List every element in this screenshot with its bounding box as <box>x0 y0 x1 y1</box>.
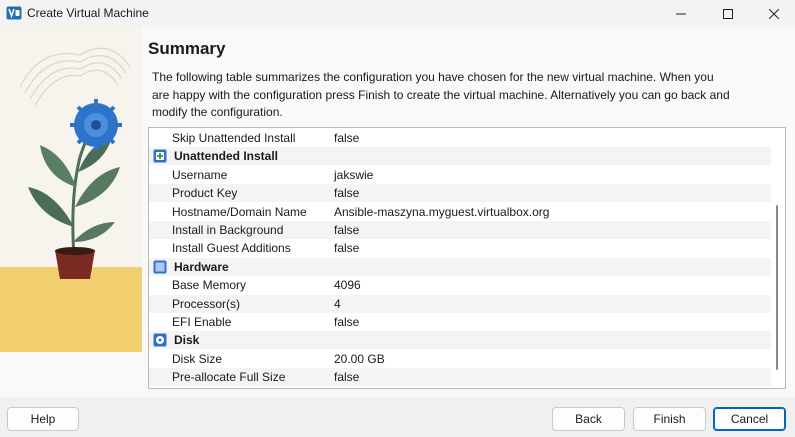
row-value: 20.00 GB <box>334 351 385 366</box>
row-key: Skip Unattended Install <box>172 131 296 145</box>
virtualbox-icon <box>6 6 22 20</box>
table-row[interactable]: Pre-allocate Full Size false <box>149 368 771 387</box>
row-value: false <box>334 315 360 329</box>
close-button[interactable] <box>751 0 795 27</box>
wizard-illustration <box>0 27 142 352</box>
row-value: jakswie <box>334 167 374 182</box>
finish-button[interactable]: Finish <box>633 407 706 431</box>
title-bar: Create Virtual Machine <box>0 0 795 27</box>
hardware-icon <box>153 260 167 274</box>
table-row[interactable]: Product Key false <box>149 184 771 203</box>
row-key: Username <box>172 167 228 182</box>
row-key: EFI Enable <box>172 315 232 329</box>
maximize-icon <box>723 8 733 19</box>
section-row[interactable]: Unattended Install <box>149 147 771 166</box>
row-key: Base Memory <box>172 278 247 293</box>
close-icon <box>769 8 779 19</box>
unattended-install-icon <box>153 149 167 163</box>
disk-icon <box>153 333 167 347</box>
row-value: 4096 <box>334 278 361 293</box>
section-label: Disk <box>174 333 200 348</box>
section-row[interactable]: Hardware <box>149 257 771 276</box>
row-value: false <box>334 223 360 237</box>
table-row[interactable]: Skip Unattended Install false <box>149 129 771 147</box>
back-button[interactable]: Back <box>552 407 625 431</box>
page-description: The following table summarizes the confi… <box>152 70 730 119</box>
table-row[interactable]: EFI Enable false <box>149 313 771 331</box>
section-row[interactable]: Disk <box>149 331 771 350</box>
minimize-icon <box>676 13 686 14</box>
cancel-button[interactable]: Cancel <box>713 407 786 431</box>
row-value: Ansible-maszyna.myguest.virtualbox.org <box>334 204 550 219</box>
row-value: false <box>334 131 360 145</box>
window-title: Create Virtual Machine <box>27 6 149 20</box>
table-row[interactable]: Install Guest Additions false <box>149 239 771 257</box>
section-label: Unattended Install <box>174 149 279 164</box>
help-button[interactable]: Help <box>7 407 79 431</box>
row-value: false <box>334 370 360 385</box>
flower-pot-illustration <box>0 27 142 352</box>
row-key: Pre-allocate Full Size <box>172 370 286 385</box>
minimize-button[interactable] <box>658 0 704 27</box>
maximize-button[interactable] <box>705 0 751 27</box>
row-key: Install in Background <box>172 223 284 237</box>
row-key: Disk Size <box>172 351 223 366</box>
row-value: false <box>334 186 360 201</box>
row-value: false <box>334 241 360 256</box>
table-row[interactable]: Username jakswie <box>149 166 771 184</box>
row-key: Processor(s) <box>172 296 241 311</box>
table-row[interactable]: Install in Background false <box>149 221 771 239</box>
vertical-scrollbar[interactable] <box>773 132 783 386</box>
table-row[interactable]: Disk Size 20.00 GB <box>149 350 771 368</box>
row-key: Product Key <box>172 186 238 201</box>
row-key: Hostname/Domain Name <box>172 204 307 219</box>
table-row[interactable]: Hostname/Domain Name Ansible-maszyna.mygu… <box>149 203 771 221</box>
row-value: 4 <box>334 296 341 311</box>
table-row[interactable]: Processor(s) 4 <box>149 294 771 313</box>
scrollbar-thumb[interactable] <box>776 205 778 370</box>
page-title: Summary <box>148 39 226 58</box>
table-row[interactable]: Base Memory 4096 <box>149 276 771 294</box>
row-key: Install Guest Additions <box>172 241 291 256</box>
summary-table[interactable]: Skip Unattended Install false Unattended I… <box>148 127 786 389</box>
section-label: Hardware <box>174 259 229 274</box>
